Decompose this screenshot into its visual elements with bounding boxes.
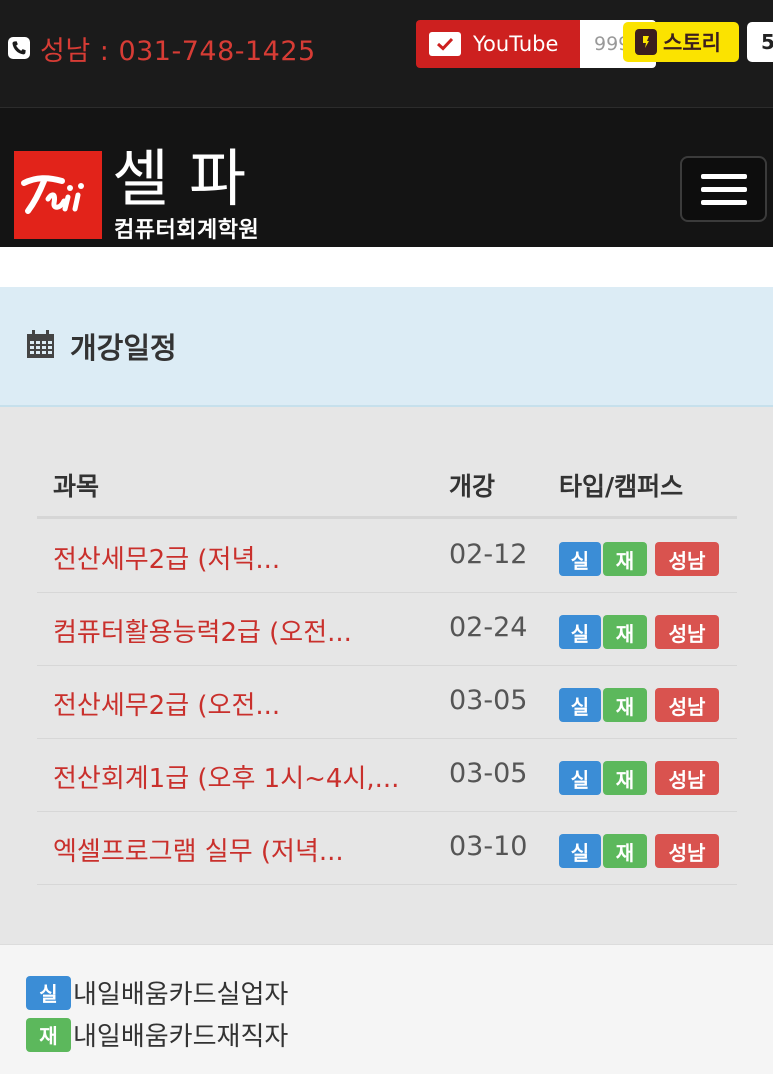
course-link[interactable]: 전산회계1급 (오후 1시~4시,...	[53, 758, 399, 795]
campus-badge: 성남	[655, 615, 719, 649]
type-badge-unemployed: 실	[559, 688, 601, 722]
phone-link[interactable]: 성남 : 031-748-1425	[8, 30, 316, 67]
youtube-subscribe[interactable]: YouTube 999	[416, 20, 656, 68]
start-date: 03-05	[449, 685, 528, 716]
start-date: 03-05	[449, 758, 528, 789]
top-bar: 성남 : 031-748-1425 YouTube 999 스토리 5	[0, 0, 773, 108]
legend-item-unemployed: 실 내일배움카드실업자	[26, 974, 288, 1011]
phone-icon	[8, 37, 30, 59]
schedule-heading: 개강일정	[0, 287, 773, 407]
column-header-date: 개강	[449, 472, 496, 501]
logo-subtitle: 컴퓨터회계학원	[114, 218, 260, 243]
story-label: 스토리	[663, 31, 721, 55]
type-badge-unemployed: 실	[559, 615, 601, 649]
site-header: 셀파 컴퓨터회계학원	[0, 108, 773, 247]
legend-item-employed: 재 내일배움카드재직자	[26, 1016, 288, 1053]
legend-text: 내일배움카드재직자	[73, 1022, 289, 1052]
type-badge-employed: 재	[603, 688, 647, 722]
campus-badge: 성남	[655, 688, 719, 722]
course-link[interactable]: 엑셀프로그램 실무 (저녁...	[53, 831, 344, 868]
story-count: 5	[747, 22, 773, 62]
start-date: 02-24	[449, 612, 528, 643]
type-badge-employed: 재	[603, 834, 647, 868]
campus-badge: 성남	[655, 761, 719, 795]
menu-icon[interactable]	[680, 156, 767, 222]
badge-legend: 실 내일배움카드실업자 재 내일배움카드재직자	[0, 944, 773, 1074]
legend-badge: 재	[26, 1017, 71, 1052]
type-badge-employed: 재	[603, 542, 647, 576]
table-row: 전산세무2급 (저녁... 02-12 실 재 성남	[37, 520, 737, 593]
youtube-button[interactable]: YouTube	[416, 20, 580, 68]
kakao-story-icon	[635, 29, 657, 55]
campus-badge: 성남	[655, 834, 719, 868]
course-link[interactable]: 전산세무2급 (저녁...	[53, 539, 280, 576]
youtube-label: YouTube	[473, 32, 559, 56]
type-badge-employed: 재	[603, 615, 647, 649]
logo-mark[interactable]	[14, 151, 102, 239]
schedule-title: 개강일정	[70, 331, 177, 365]
type-badge-unemployed: 실	[559, 542, 601, 576]
phone-number: 성남 : 031-748-1425	[40, 35, 316, 67]
type-badge-unemployed: 실	[559, 761, 601, 795]
table-header: 과목 개강 타입/캠퍼스	[37, 453, 737, 519]
logo-title[interactable]: 셀파	[112, 146, 266, 212]
type-badge-unemployed: 실	[559, 834, 601, 868]
table-row: 전산세무2급 (오전... 03-05 실 재 성남	[37, 666, 737, 739]
table-row: 컴퓨터활용능력2급 (오전... 02-24 실 재 성남	[37, 593, 737, 666]
calendar-icon	[25, 329, 56, 364]
start-date: 02-12	[449, 539, 528, 570]
campus-badge: 성남	[655, 542, 719, 576]
table-row: 전산회계1급 (오후 1시~4시,... 03-05 실 재 성남	[37, 739, 737, 812]
type-badge-employed: 재	[603, 761, 647, 795]
column-header-course: 과목	[53, 472, 100, 501]
course-link[interactable]: 전산세무2급 (오전...	[53, 685, 280, 722]
column-header-type-campus: 타입/캠퍼스	[559, 472, 684, 501]
legend-badge: 실	[26, 975, 71, 1010]
check-icon	[429, 32, 461, 56]
schedule-table: 과목 개강 타입/캠퍼스 전산세무2급 (저녁... 02-12 실 재 성남 …	[0, 407, 773, 944]
table-row: 엑셀프로그램 실무 (저녁... 03-10 실 재 성남	[37, 812, 737, 885]
start-date: 03-10	[449, 831, 528, 862]
course-link[interactable]: 컴퓨터활용능력2급 (오전...	[53, 612, 352, 649]
kakao-story-button[interactable]: 스토리	[623, 22, 739, 62]
legend-text: 내일배움카드실업자	[73, 980, 289, 1010]
